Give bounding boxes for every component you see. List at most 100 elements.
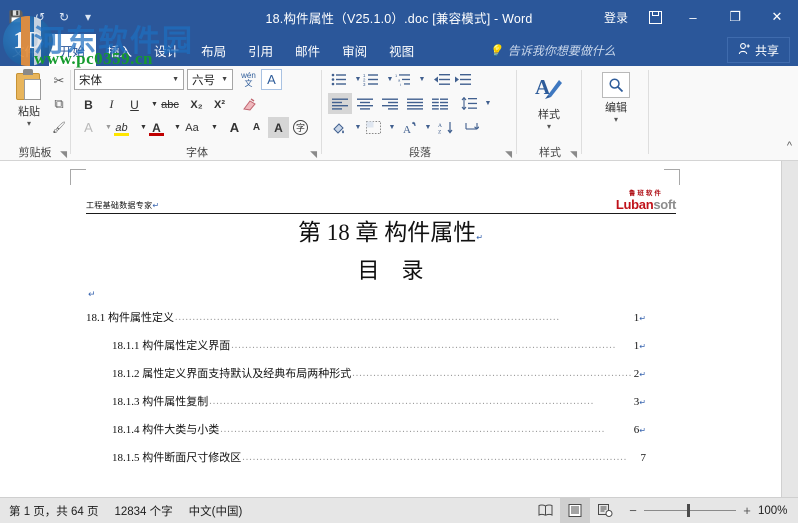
svg-text:3: 3	[363, 82, 366, 86]
ribbon-display-options-icon[interactable]	[638, 0, 672, 34]
document-header: 工程基础数据专家↵ 鲁班软件 Lubansoft	[86, 190, 676, 214]
toc-entry[interactable]: 18.1.2 属性定义界面支持默认及经典布局两种形式 .............…	[86, 365, 646, 381]
word-count[interactable]: 12834 个字	[114, 503, 172, 519]
zoom-in-button[interactable]: +	[742, 503, 752, 518]
zoom-slider-thumb[interactable]	[687, 504, 690, 517]
collapse-ribbon-icon[interactable]: ^	[787, 140, 792, 152]
maximize-button[interactable]: ❐	[714, 0, 756, 34]
minimize-button[interactable]: –	[672, 0, 714, 34]
align-right-icon[interactable]	[378, 93, 402, 114]
tab-review[interactable]: 审阅	[331, 34, 378, 66]
format-painter-icon[interactable]: 🖌	[48, 116, 70, 138]
tab-mailings[interactable]: 邮件	[284, 34, 331, 66]
toc-entry[interactable]: 18.1.3 构件属性复制 ..........................…	[86, 393, 646, 409]
group-divider	[516, 70, 517, 154]
align-center-icon[interactable]	[353, 93, 377, 114]
decrease-indent-icon[interactable]	[430, 69, 452, 90]
document-canvas[interactable]: 工程基础数据专家↵ 鲁班软件 Lubansoft 第 18 章 构件属性↵ 目录…	[0, 161, 798, 497]
tab-insert[interactable]: 插入	[96, 34, 143, 66]
tab-design[interactable]: 设计	[143, 34, 190, 66]
toc-entry[interactable]: 18.1.1 构件属性定义界面 ........................…	[86, 337, 646, 353]
paste-dropdown-caret-icon[interactable]: ▾	[27, 120, 31, 128]
sign-in-button[interactable]: 登录	[594, 0, 638, 34]
tab-file[interactable]: 文件	[0, 34, 50, 66]
increase-indent-icon[interactable]	[451, 69, 473, 90]
customize-qat-icon[interactable]: ▾	[78, 7, 98, 27]
status-bar: 第 1 页，共 64 页 12834 个字 中文(中国) − + 100%	[0, 497, 798, 523]
zoom-level-label[interactable]: 100%	[758, 505, 788, 517]
text-effects-button[interactable]: A	[78, 117, 99, 138]
line-spacing-caret-icon[interactable]: ▼	[477, 93, 499, 114]
cut-icon[interactable]: ✂	[48, 70, 70, 92]
paragraph-dialog-launcher[interactable]: ◥	[505, 150, 512, 159]
tab-references[interactable]: 引用	[237, 34, 284, 66]
shrink-font-button[interactable]: A	[246, 117, 267, 138]
align-left-icon[interactable]	[328, 93, 352, 114]
text-highlight-button[interactable]: ab	[111, 117, 132, 138]
zoom-slider[interactable]	[644, 504, 736, 517]
font-name-combobox[interactable]: 宋体 ▼	[74, 69, 184, 90]
superscript-button[interactable]: X²	[209, 94, 230, 115]
page-indicator[interactable]: 第 1 页，共 64 页	[9, 503, 98, 519]
strikethrough-button[interactable]: abc	[157, 94, 183, 115]
zoom-out-button[interactable]: −	[628, 503, 638, 518]
font-size-combobox[interactable]: 六号 ▼	[187, 69, 233, 90]
copy-icon[interactable]: ⧉	[48, 93, 70, 115]
clipboard-dialog-launcher[interactable]: ◥	[60, 150, 67, 159]
editing-button[interactable]: 编辑 ▾	[589, 72, 643, 124]
styles-dialog-launcher[interactable]: ◥	[570, 150, 577, 159]
bold-button[interactable]: B	[78, 94, 99, 115]
redo-icon[interactable]: ↻	[54, 7, 74, 27]
tab-layout[interactable]: 布局	[190, 34, 237, 66]
clipboard-icon	[14, 68, 44, 102]
close-button[interactable]: ✕	[756, 0, 798, 34]
character-border-icon[interactable]: A	[261, 69, 282, 90]
change-case-caret-icon[interactable]: ▼	[204, 117, 225, 138]
toc-entry[interactable]: 18.1 构件属性定义 ............................…	[86, 309, 646, 325]
paragraph-group-label: 段落	[409, 147, 431, 159]
toc-entry-page: 7	[640, 452, 647, 464]
tab-view[interactable]: 视图	[378, 34, 425, 66]
toc-entry-text: 18.1.4 构件大类与小类	[112, 424, 220, 436]
ribbon: 粘贴 ▾ ✂ ⧉ 🖌 剪贴板 ◥ 宋体 ▼ 六号 ▼ wén 文 A B I U…	[0, 66, 798, 161]
read-mode-icon[interactable]	[530, 498, 560, 523]
editing-dropdown-caret-icon[interactable]: ▾	[614, 116, 618, 124]
phonetic-guide-icon[interactable]: wén 文	[238, 69, 259, 90]
font-dialog-launcher[interactable]: ◥	[310, 150, 317, 159]
italic-button[interactable]: I	[101, 94, 122, 115]
show-paragraph-marks-icon[interactable]	[461, 117, 483, 138]
subscript-button[interactable]: X₂	[186, 94, 207, 115]
toc-entry-text: 18.1.3 构件属性复制	[112, 396, 209, 408]
grow-font-button[interactable]: A	[224, 117, 245, 138]
save-icon[interactable]: 💾	[6, 7, 26, 27]
distribute-icon[interactable]	[428, 93, 452, 114]
font-color-button[interactable]: A	[146, 117, 167, 138]
change-case-button[interactable]: Aa	[180, 117, 204, 138]
justify-icon[interactable]	[403, 93, 427, 114]
language-indicator[interactable]: 中文(中国)	[189, 503, 243, 519]
ribbon-tab-bar: 文件 开始 插入 设计 布局 引用 邮件 审阅 视图 💡 告诉我你想要做什么 共…	[0, 34, 798, 66]
vertical-scrollbar[interactable]	[781, 161, 798, 497]
ribbon-group-styles: A 样式 ▾ 样式 ◥	[520, 66, 580, 161]
sort-az-icon[interactable]: A Z	[435, 117, 457, 138]
styles-button[interactable]: A 样式 ▾	[522, 71, 576, 131]
paste-button[interactable]: 粘贴 ▾	[6, 68, 52, 128]
print-layout-icon[interactable]	[560, 497, 590, 523]
group-divider	[648, 70, 649, 154]
tab-home[interactable]: 开始	[49, 34, 97, 66]
toc-entry[interactable]: 18.1.5 构件断面尺寸修改区 .......................…	[86, 449, 646, 465]
status-bar-left: 第 1 页，共 64 页 12834 个字 中文(中国)	[0, 503, 242, 519]
share-button[interactable]: 共享	[726, 37, 790, 63]
underline-button[interactable]: U	[124, 94, 145, 115]
undo-icon[interactable]: ↺	[30, 7, 50, 27]
clear-formatting-icon[interactable]	[238, 94, 260, 115]
zoom-control[interactable]: − + 100%	[620, 503, 798, 518]
tell-me-search[interactable]: 💡 告诉我你想要做什么	[489, 34, 616, 66]
character-shading-button[interactable]: A	[268, 117, 289, 138]
toc-entry[interactable]: 18.1.4 构件大类与小类 .........................…	[86, 421, 646, 437]
styles-dropdown-caret-icon[interactable]: ▾	[547, 123, 551, 131]
enclose-character-button[interactable]: 字	[290, 117, 311, 138]
toc-entry-text: 18.1.1 构件属性定义界面	[112, 340, 231, 352]
web-layout-icon[interactable]	[590, 498, 620, 523]
svg-text:Z: Z	[438, 130, 442, 135]
